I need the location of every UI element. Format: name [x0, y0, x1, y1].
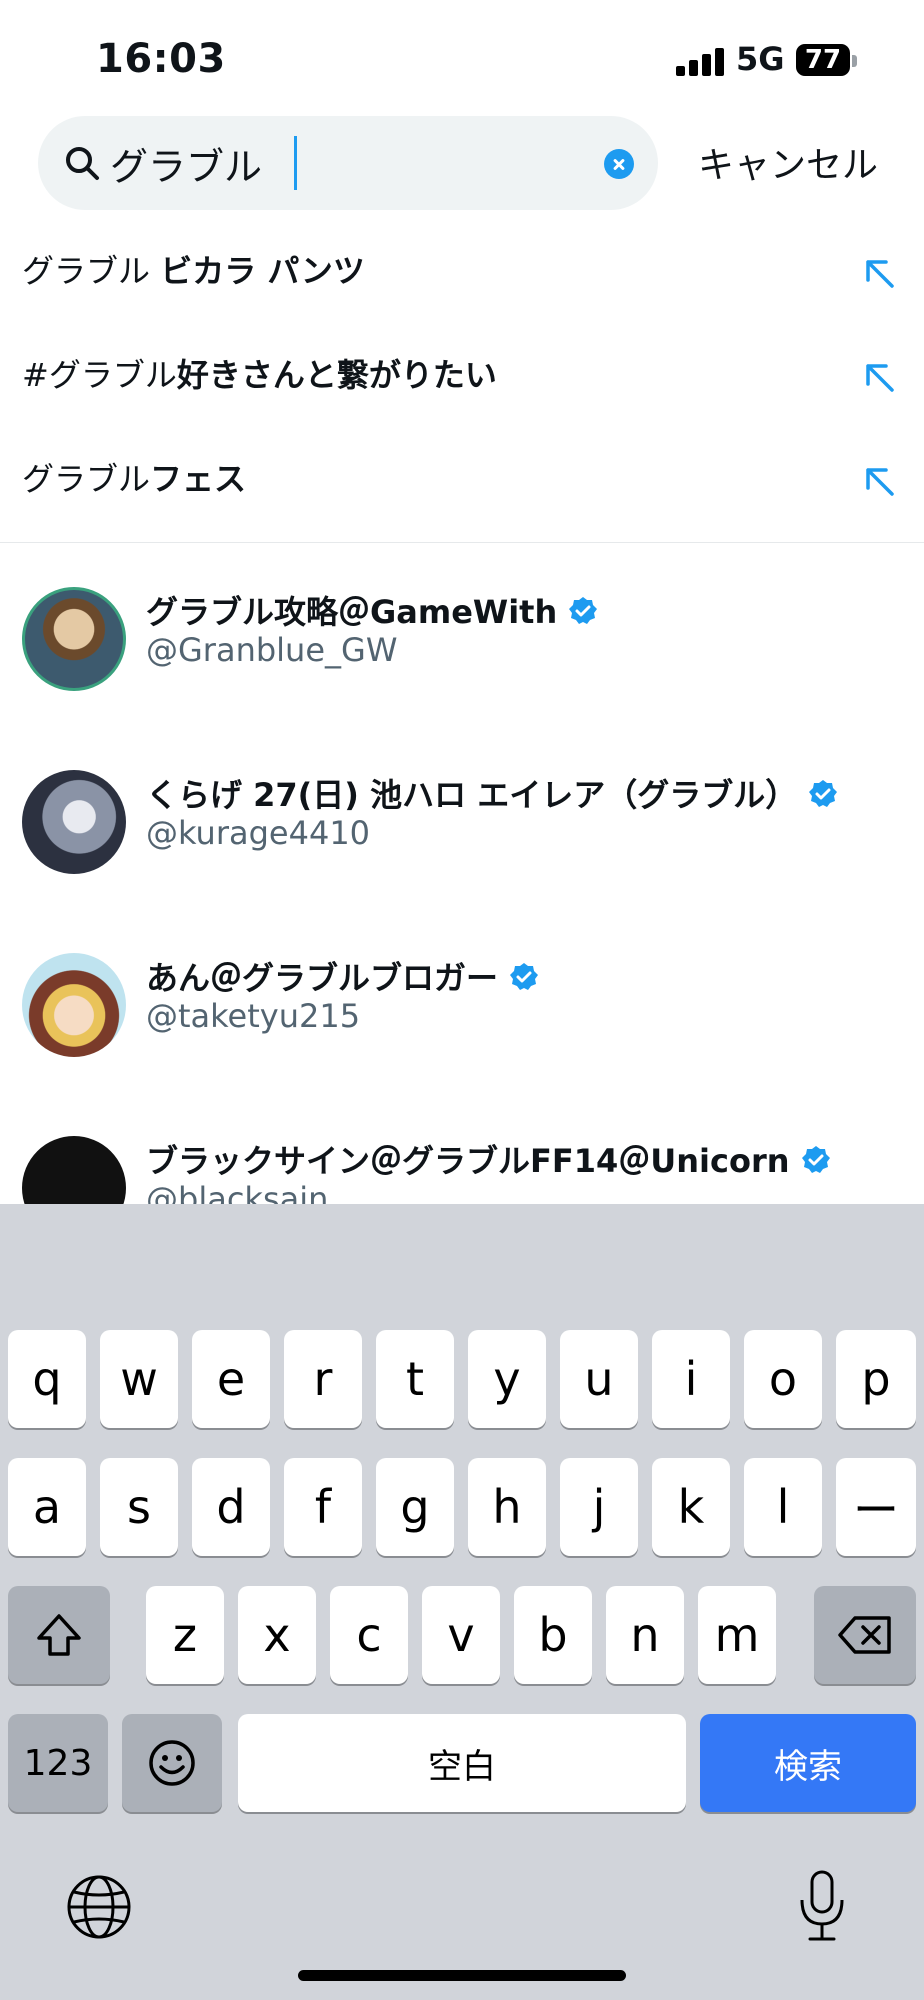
key-long-vowel[interactable]: ー [836, 1458, 916, 1556]
search-icon [66, 147, 99, 180]
backspace-key[interactable] [814, 1586, 916, 1684]
key-m[interactable]: m [698, 1586, 776, 1684]
suggestion-text: グラブルフェス [22, 460, 247, 498]
key-d[interactable]: d [192, 1458, 270, 1556]
suggestion-item[interactable]: グラブル ビカラ パンツ [0, 218, 924, 322]
key-i[interactable]: i [652, 1330, 730, 1428]
microphone-icon[interactable] [796, 1868, 848, 1944]
suggestion-item[interactable]: #グラブル好きさんと繋がりたい [0, 322, 924, 426]
key-k[interactable]: k [652, 1458, 730, 1556]
search-input[interactable] [110, 132, 590, 194]
search-key[interactable]: 検索 [700, 1714, 916, 1812]
numbers-key[interactable]: 123 [8, 1714, 108, 1812]
suggestion-item[interactable]: グラブルフェス [0, 426, 924, 530]
key-l[interactable]: l [744, 1458, 822, 1556]
globe-icon[interactable] [66, 1874, 132, 1940]
verified-badge-icon [569, 597, 598, 624]
user-name: あん＠グラブルブロガー [146, 953, 540, 999]
user-result[interactable]: グラブル攻略＠GameWith @Granblue_GW [0, 587, 924, 737]
user-result[interactable]: くらげ 27(日) 池ハロ エイレア（グラブル） @kurage4410 [0, 770, 924, 920]
key-u[interactable]: u [560, 1330, 638, 1428]
suggestion-text: #グラブル好きさんと繋がりたい [22, 356, 497, 394]
user-name: ブラックサイン＠グラブルFF14＠Unicorn [146, 1136, 832, 1182]
cancel-button[interactable]: キャンセル [698, 136, 878, 188]
user-handle: @Granblue_GW [146, 631, 398, 669]
key-f[interactable]: f [284, 1458, 362, 1556]
key-y[interactable]: y [468, 1330, 546, 1428]
shift-icon [37, 1614, 81, 1656]
key-c[interactable]: c [330, 1586, 408, 1684]
key-n[interactable]: n [606, 1586, 684, 1684]
divider [0, 542, 924, 543]
arrow-up-left-icon[interactable] [858, 252, 902, 296]
search-bar[interactable] [38, 116, 658, 210]
key-o[interactable]: o [744, 1330, 822, 1428]
suggestion-text: グラブル ビカラ パンツ [22, 252, 365, 290]
battery-level: 77 [796, 44, 850, 76]
user-handle: @kurage4410 [146, 814, 371, 852]
shift-key[interactable] [8, 1586, 110, 1684]
user-result[interactable]: あん＠グラブルブロガー @taketyu215 [0, 953, 924, 1103]
keyboard: q w e r t y u i o p a s d f g h j k l ー … [0, 1204, 924, 2000]
key-h[interactable]: h [468, 1458, 546, 1556]
key-r[interactable]: r [284, 1330, 362, 1428]
emoji-icon [149, 1740, 195, 1786]
key-t[interactable]: t [376, 1330, 454, 1428]
key-w[interactable]: w [100, 1330, 178, 1428]
status-bar: 16:03 5G 77 [0, 0, 924, 110]
key-j[interactable]: j [560, 1458, 638, 1556]
user-name: くらげ 27(日) 池ハロ エイレア（グラブル） [146, 770, 839, 816]
key-v[interactable]: v [422, 1586, 500, 1684]
key-x[interactable]: x [238, 1586, 316, 1684]
clear-search-icon[interactable] [604, 149, 634, 179]
user-handle: @taketyu215 [146, 997, 361, 1035]
home-indicator[interactable] [298, 1970, 626, 1981]
avatar[interactable] [22, 953, 126, 1057]
key-b[interactable]: b [514, 1586, 592, 1684]
arrow-up-left-icon[interactable] [858, 460, 902, 504]
network-label: 5G [736, 40, 785, 78]
verified-badge-icon [801, 1146, 830, 1173]
key-p[interactable]: p [836, 1330, 916, 1428]
backspace-icon [838, 1616, 891, 1654]
key-e[interactable]: e [192, 1330, 270, 1428]
key-q[interactable]: q [8, 1330, 86, 1428]
space-key[interactable]: 空白 [238, 1714, 686, 1812]
verified-badge-icon [510, 963, 539, 990]
verified-badge-icon [809, 780, 838, 807]
key-g[interactable]: g [376, 1458, 454, 1556]
avatar[interactable] [22, 770, 126, 874]
user-name: グラブル攻略＠GameWith [146, 587, 599, 633]
arrow-up-left-icon[interactable] [858, 356, 902, 400]
battery-icon: 77 [796, 44, 858, 78]
text-caret [294, 136, 297, 190]
emoji-key[interactable] [122, 1714, 222, 1812]
avatar[interactable] [22, 587, 126, 691]
key-s[interactable]: s [100, 1458, 178, 1556]
signal-icon [676, 46, 724, 76]
key-a[interactable]: a [8, 1458, 86, 1556]
key-z[interactable]: z [146, 1586, 224, 1684]
status-time: 16:03 [96, 36, 226, 82]
